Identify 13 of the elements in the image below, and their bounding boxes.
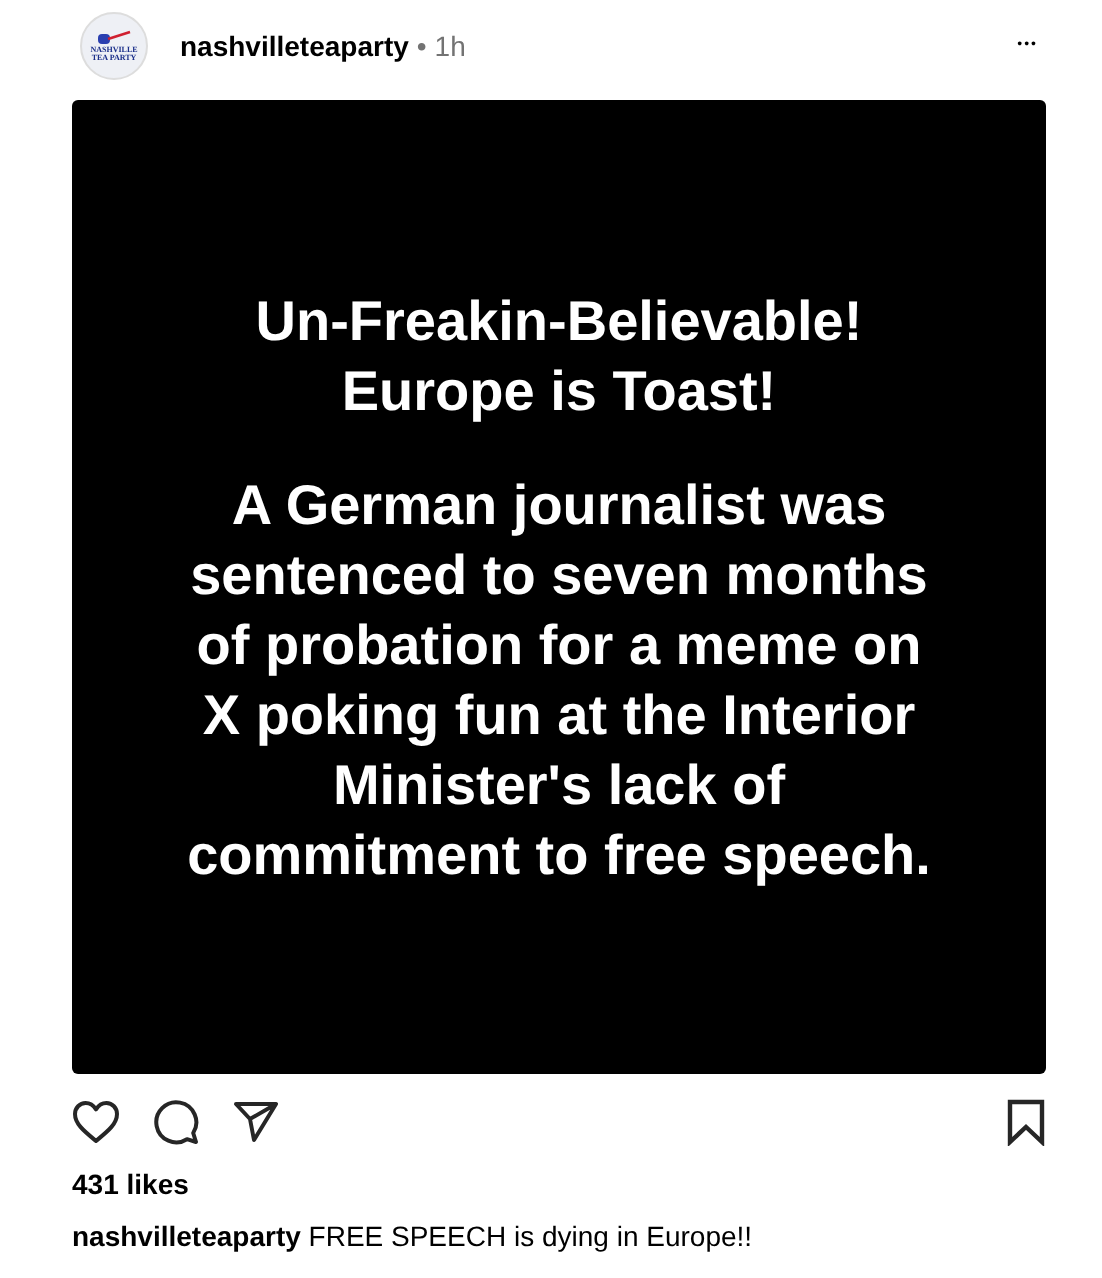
body-text: A German journalist was sentenced to seven months of probation for a meme on X poking fun at the Interior Minister's lack of commitment to free speech. (185, 471, 933, 889)
username-link[interactable]: nashvilleteaparty (180, 25, 409, 67)
post-time: 1h (434, 27, 466, 65)
share-icon[interactable] (232, 1100, 280, 1144)
caption-username[interactable]: nashvilleteaparty (72, 1220, 301, 1252)
caption-text: FREE SPEECH is dying in Europe!! (308, 1220, 753, 1252)
likes-count[interactable]: 431 likes (72, 1166, 1046, 1202)
comment-icon[interactable] (152, 1098, 200, 1146)
headline-text: Un-Freakin-Believable! (255, 287, 863, 355)
bookmark-icon[interactable] (1006, 1098, 1046, 1146)
headline-text: Europe is Toast! (339, 357, 779, 425)
like-icon[interactable] (72, 1100, 120, 1144)
separator-dot: • (416, 27, 427, 65)
